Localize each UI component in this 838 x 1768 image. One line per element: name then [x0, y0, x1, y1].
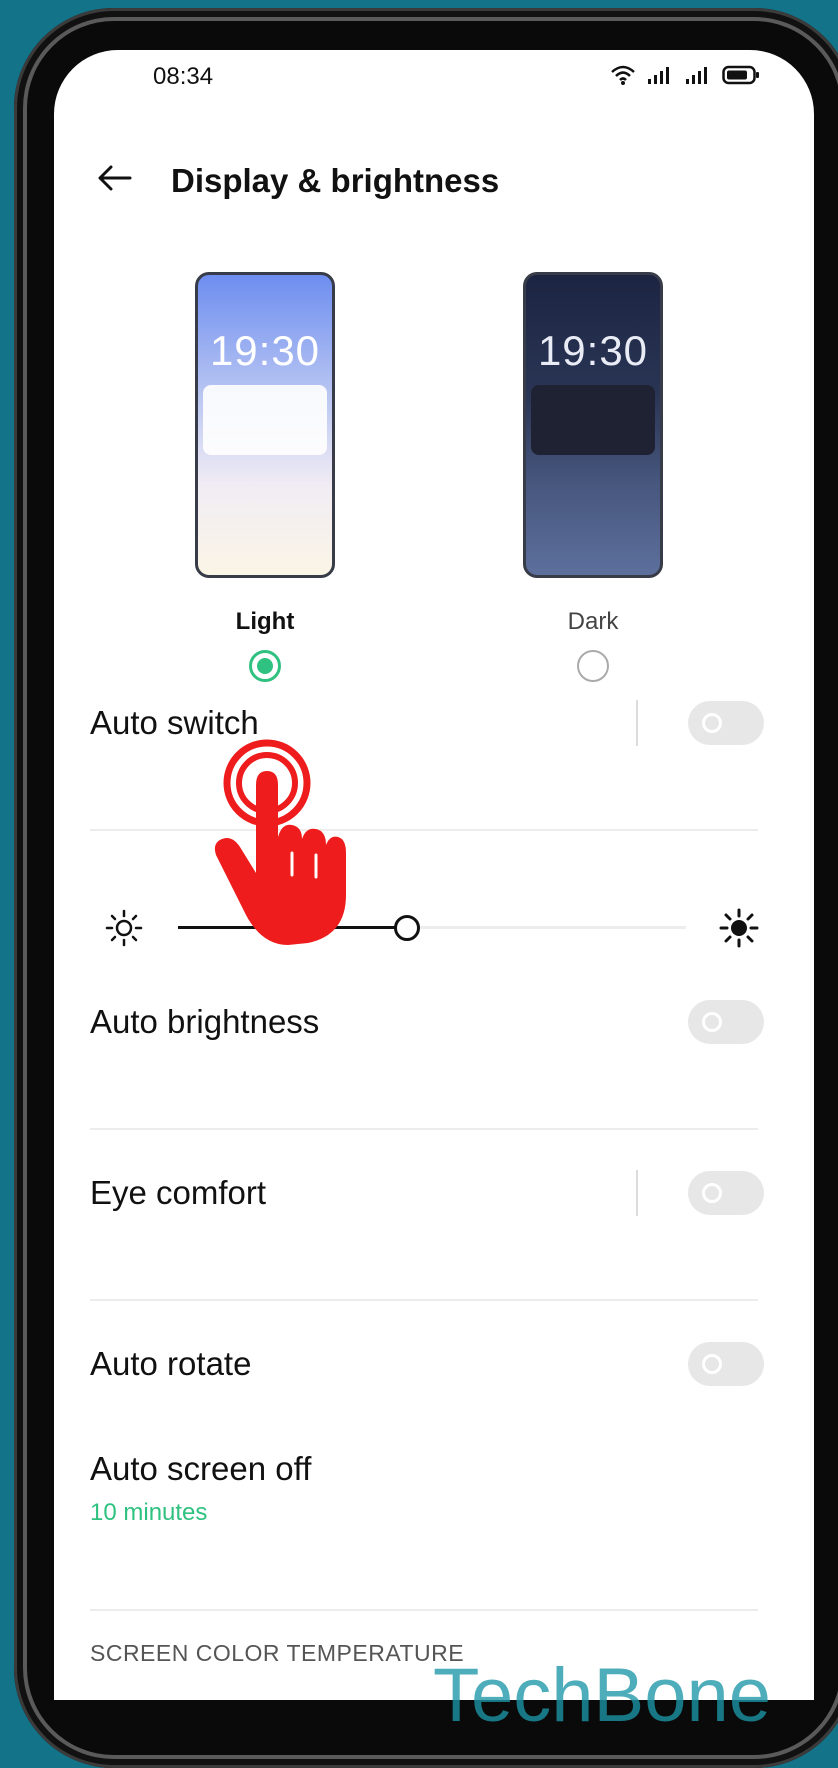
- row-separator: [636, 1170, 638, 1216]
- dark-theme-label: Dark: [567, 608, 619, 635]
- back-arrow-icon[interactable]: [94, 158, 134, 198]
- sun-bright-icon: [719, 908, 759, 948]
- row-separator: [636, 700, 638, 746]
- eye-comfort-label: Eye comfort: [90, 1174, 267, 1211]
- divider: [90, 1128, 758, 1130]
- light-theme-preview[interactable]: 19:30: [195, 272, 335, 578]
- eye-comfort-toggle[interactable]: [688, 1171, 764, 1215]
- auto-switch-toggle[interactable]: [688, 701, 764, 745]
- sun-dim-icon: [105, 909, 143, 947]
- auto-rotate-toggle[interactable]: [688, 1342, 764, 1386]
- battery-icon: [722, 65, 759, 85]
- dark-theme-preview[interactable]: 19:30: [523, 272, 663, 578]
- dark-preview-card: [531, 385, 655, 455]
- status-icons: [610, 64, 760, 86]
- tap-hand-icon: [214, 739, 346, 945]
- auto-brightness-label: Auto brightness: [90, 1003, 320, 1040]
- phone-screen: 08:34 Display & brightness 19:30 19:30 L…: [54, 50, 814, 1700]
- auto-brightness-toggle[interactable]: [688, 1000, 764, 1044]
- wifi-icon: [611, 65, 635, 85]
- light-theme-label: Light: [235, 608, 295, 635]
- status-time: 08:34: [153, 63, 214, 90]
- light-theme-radio[interactable]: [249, 650, 281, 682]
- divider: [90, 1299, 758, 1301]
- brightness-slider-thumb[interactable]: [394, 915, 420, 941]
- auto-rotate-label: Auto rotate: [90, 1345, 252, 1382]
- watermark-logo: TechBone: [433, 1653, 772, 1738]
- section-header: SCREEN COLOR TEMPERATURE: [90, 1640, 465, 1666]
- divider: [90, 1609, 758, 1611]
- auto-screen-off-label[interactable]: Auto screen off: [90, 1450, 311, 1488]
- page-title: Display & brightness: [171, 162, 500, 199]
- dark-theme-radio[interactable]: [577, 650, 609, 682]
- dark-preview-time: 19:30: [537, 327, 649, 374]
- light-preview-time: 19:30: [209, 327, 321, 374]
- auto-screen-off-value: 10 minutes: [90, 1499, 208, 1526]
- divider: [90, 829, 758, 831]
- signal-icon: [648, 67, 669, 84]
- signal-icon: [686, 67, 707, 84]
- light-preview-card: [203, 385, 327, 455]
